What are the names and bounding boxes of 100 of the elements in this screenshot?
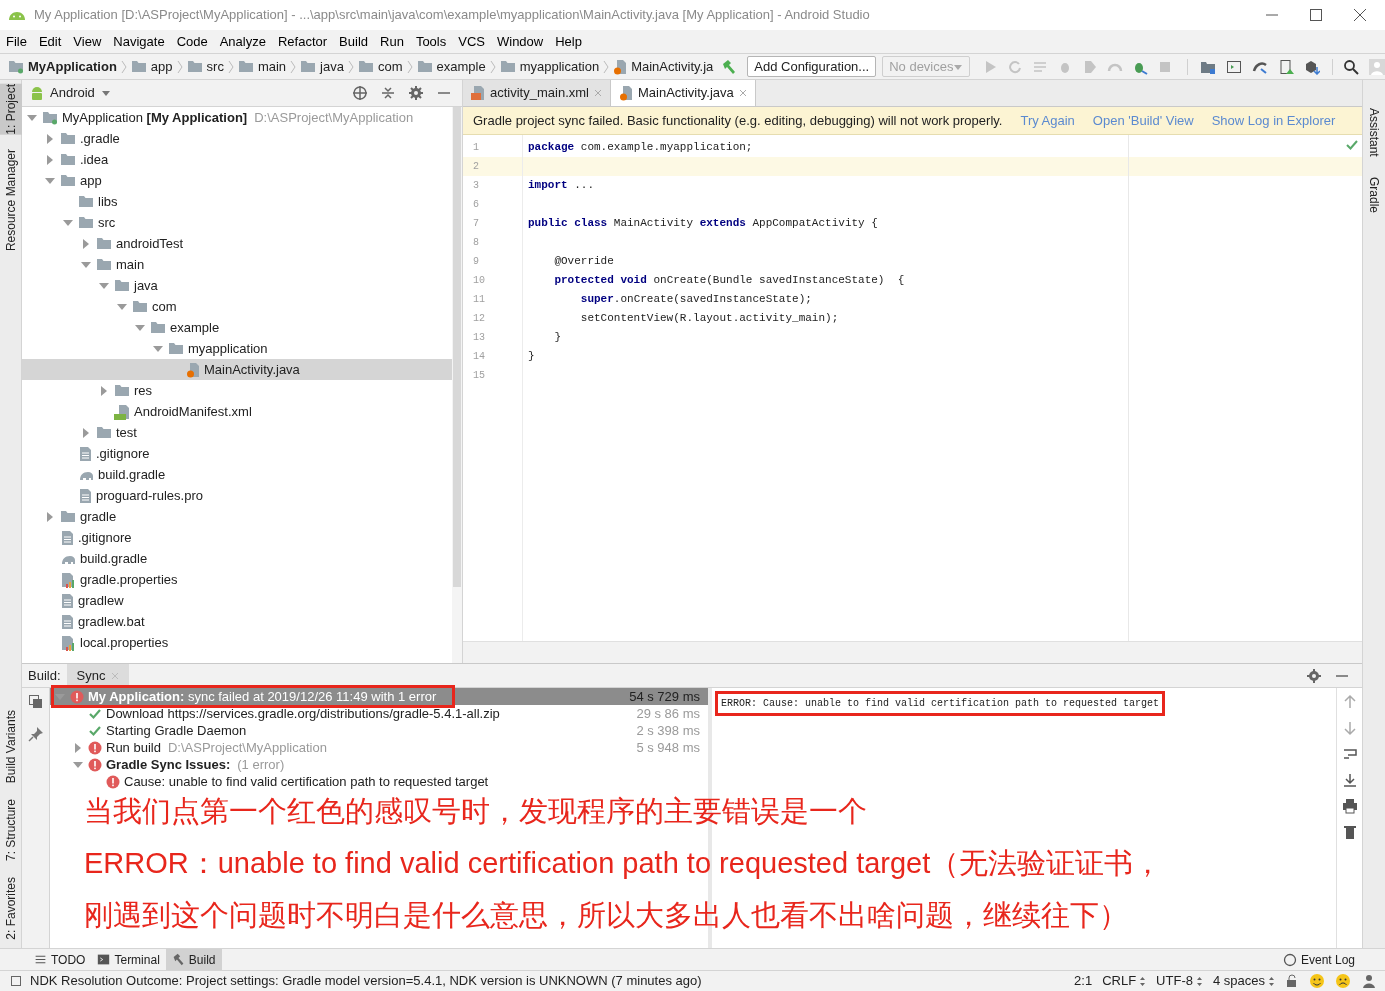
tree-row[interactable]: build.gradle xyxy=(22,464,452,485)
terminal-window-icon[interactable] xyxy=(1226,58,1243,75)
tool-window-button[interactable]: Terminal xyxy=(91,948,166,971)
file-name[interactable]: .gradle xyxy=(80,128,120,149)
user-avatar-icon[interactable] xyxy=(1369,58,1385,75)
tree-row[interactable]: .gitignore xyxy=(22,527,452,548)
breadcrumb-item[interactable]: java xyxy=(320,56,344,77)
build-row[interactable]: My Application: sync failed at 2019/12/26 11:49 with 1 error 54 s 729 ms xyxy=(50,688,708,705)
breadcrumb-item[interactable]: example xyxy=(436,56,486,77)
file-name[interactable]: gradle xyxy=(80,506,117,527)
event-log-button[interactable]: Event Log xyxy=(1282,950,1355,969)
person-icon[interactable] xyxy=(1361,973,1377,989)
maximize-icon[interactable] xyxy=(1309,8,1323,22)
status-item[interactable]: 4 spaces xyxy=(1212,971,1275,991)
file-name[interactable]: gradle.properties xyxy=(80,569,178,590)
menu-item[interactable]: Edit xyxy=(38,31,62,52)
file-name[interactable]: myapplication xyxy=(188,338,268,359)
close-icon[interactable] xyxy=(1353,8,1367,22)
sad-face-icon[interactable] xyxy=(1335,973,1351,989)
settings-icon[interactable] xyxy=(408,85,424,101)
settings-icon[interactable] xyxy=(1306,667,1322,684)
build-row[interactable]: Starting Gradle Daemon 2 s 398 ms xyxy=(50,722,708,739)
file-name[interactable]: .gitignore xyxy=(78,527,132,548)
file-name[interactable]: build.gradle xyxy=(98,464,166,485)
file-name[interactable]: AndroidManifest.xml xyxy=(134,401,252,422)
tree-row[interactable]: gradle xyxy=(22,506,452,527)
breadcrumb-item[interactable]: app xyxy=(150,56,173,77)
smiley-icon[interactable] xyxy=(1309,973,1325,989)
editor-tab[interactable]: MainActivity.java xyxy=(610,80,756,106)
breadcrumb-item[interactable]: myapplication xyxy=(519,56,600,77)
side-tab[interactable]: 7: Structure xyxy=(0,799,22,862)
file-name[interactable]: build.gradle xyxy=(80,548,148,569)
file-name[interactable]: libs xyxy=(98,191,118,212)
status-item[interactable]: CRLF xyxy=(1102,971,1147,991)
file-name[interactable]: app xyxy=(80,170,102,191)
file-name[interactable]: res xyxy=(134,380,153,401)
pin-icon[interactable] xyxy=(27,726,44,742)
build-row[interactable]: Cause: unable to find valid certification path to requested target xyxy=(50,773,708,790)
tree-row[interactable]: com xyxy=(22,296,452,317)
crosshair-icon[interactable] xyxy=(352,85,368,101)
tree-row[interactable]: test xyxy=(22,422,452,443)
tree-row[interactable]: .gradle xyxy=(22,128,452,149)
menu-item[interactable]: Code xyxy=(176,31,208,52)
tree-row[interactable]: app xyxy=(22,170,452,191)
file-name[interactable]: .idea xyxy=(80,149,109,170)
tree-row[interactable]: MainActivity.java xyxy=(22,359,452,380)
tree-row[interactable]: gradlew.bat xyxy=(22,611,452,632)
tree-row[interactable]: libs xyxy=(22,191,452,212)
hammer-icon[interactable] xyxy=(721,58,738,75)
tree-row[interactable]: androidTest xyxy=(22,233,452,254)
lock-icon[interactable] xyxy=(1285,974,1299,988)
file-name[interactable]: com xyxy=(152,296,177,317)
view-dropdown[interactable]: Android xyxy=(50,83,111,103)
scroll-end-icon[interactable] xyxy=(1341,772,1358,788)
tree-row[interactable]: myapplication xyxy=(22,338,452,359)
tree-row[interactable]: gradle.properties xyxy=(22,569,452,590)
tree-row[interactable]: src xyxy=(22,212,452,233)
file-name[interactable]: local.properties xyxy=(80,632,169,653)
add-configuration-button[interactable]: Add Configuration... xyxy=(747,56,877,77)
square-icon[interactable] xyxy=(10,975,22,987)
device-icon[interactable] xyxy=(1278,58,1295,75)
search-icon[interactable] xyxy=(1343,58,1360,75)
file-name[interactable]: androidTest xyxy=(116,233,184,254)
file-name[interactable]: MainActivity.java xyxy=(204,359,300,380)
build-row[interactable]: Gradle Sync Issues: (1 error) xyxy=(50,756,708,773)
menu-item[interactable]: View xyxy=(73,31,102,52)
collapse-icon[interactable] xyxy=(380,85,396,101)
breadcrumb-item[interactable]: src xyxy=(206,56,224,77)
scrollbar[interactable] xyxy=(453,107,461,587)
file-name[interactable]: src xyxy=(98,212,116,233)
status-item[interactable]: UTF-8 xyxy=(1156,971,1203,991)
package-icon[interactable] xyxy=(1304,58,1321,75)
window-toggle-icon[interactable] xyxy=(27,694,44,710)
file-name[interactable]: proguard-rules.pro xyxy=(96,485,203,506)
tree-row[interactable]: AndroidManifest.xml xyxy=(22,401,452,422)
file-name[interactable]: gradlew.bat xyxy=(78,611,145,632)
side-tab[interactable]: Gradle xyxy=(1365,176,1383,213)
menu-item[interactable]: Help xyxy=(555,31,582,52)
rerun-icon[interactable] xyxy=(1007,58,1024,75)
menu-item[interactable]: Window xyxy=(496,31,544,52)
side-tab[interactable]: Build Variants xyxy=(0,710,22,784)
file-name[interactable]: example xyxy=(170,317,220,338)
side-tab[interactable]: 1: Project xyxy=(0,84,22,135)
breadcrumb-item[interactable]: MainActivity.ja xyxy=(631,56,714,77)
menu-item[interactable]: Run xyxy=(380,31,404,52)
horizontal-scrollbar[interactable] xyxy=(463,641,1362,663)
menu-item[interactable]: File xyxy=(6,31,27,52)
tree-row[interactable]: main xyxy=(22,254,452,275)
tool-window-button[interactable]: Build xyxy=(165,948,222,971)
trash-icon[interactable] xyxy=(1341,824,1358,840)
menu-item[interactable]: Tools xyxy=(415,31,447,52)
tree-row[interactable]: example xyxy=(22,317,452,338)
wrap-icon[interactable] xyxy=(1341,746,1358,762)
file-name[interactable]: MyApplication [My Application] xyxy=(62,107,248,128)
file-name[interactable]: gradlew xyxy=(78,590,124,611)
tree-row[interactable]: java xyxy=(22,275,452,296)
print-icon[interactable] xyxy=(1341,798,1358,814)
tree-row[interactable]: .gitignore xyxy=(22,443,452,464)
breadcrumb-item[interactable]: com xyxy=(377,56,403,77)
breadcrumb-item[interactable]: MyApplication xyxy=(28,56,117,77)
